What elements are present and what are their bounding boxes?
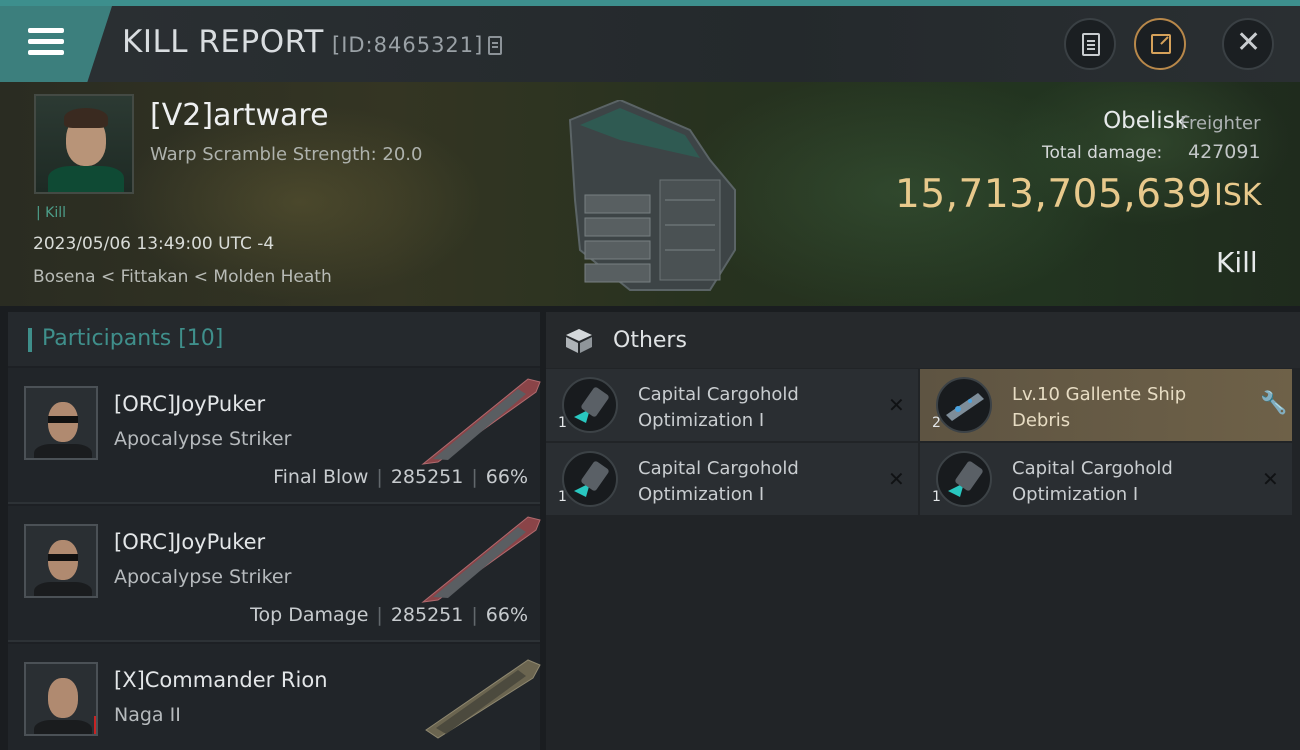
separator: | [471,604,478,626]
separator: | [471,466,478,488]
item-quantity: 1 [558,415,567,431]
participant-ship: Apocalypse Striker [114,428,292,450]
report-id: [ID:8465321] [332,33,484,57]
cargohold-module-icon [948,461,983,497]
others-header: Others [546,312,1300,368]
participant-name: [ORC]JoyPuker [114,530,266,554]
item-quantity: 1 [932,489,941,505]
item-thumbnail [936,451,992,507]
x-icon: ✕ [888,467,905,491]
item-slot[interactable]: 1 Capital Cargohold Optimization I ✕ [546,443,918,515]
isk-value: 15,713,705,639 [895,172,1213,217]
participant-role: Final Blow [273,466,369,488]
isk-unit: ISK [1214,178,1262,213]
participant-name: [X]Commander Rion [114,668,328,692]
victim-ship-class: Freighter [1180,113,1261,134]
item-thumbnail [562,377,618,433]
share-button[interactable] [1134,18,1186,70]
item-quantity: 1 [558,489,567,505]
participant-damage: 285251 [390,604,464,626]
participant-percent: 66% [485,604,528,626]
participant-ship: Naga II [114,704,181,726]
close-button[interactable]: ✕ [1222,18,1274,70]
wrench-icon: 🔧 [1260,391,1288,416]
total-damage-value: 427091 [1188,141,1261,163]
participant-row[interactable]: [ORC]JoyPuker Apocalypse Striker Top Dam… [8,506,541,642]
avatar [24,524,98,598]
menu-icon-bar [28,39,64,44]
close-icon: ✕ [1236,25,1262,60]
avatar-body [34,582,92,596]
participant-damage: 285251 [390,466,464,488]
others-panel: Others 1 Capital Cargohold Optimization … [546,312,1300,750]
header-accent [28,328,32,352]
kill-location: Bosena < Fittakan < Molden Heath [33,267,332,287]
avatar [24,662,98,736]
ship-debris-icon [946,393,984,421]
item-name: Capital Cargohold Optimization I [1012,458,1173,505]
cargohold-module-icon [574,387,609,423]
participant-ship-image [421,378,541,465]
victim-ship-image [568,100,736,291]
document-icon [1082,33,1100,56]
victim-name[interactable]: [V2]artware [150,98,329,133]
participant-ship: Apocalypse Striker [114,566,292,588]
cargohold-module-icon [574,461,609,497]
participant-row[interactable]: [X]Commander Rion Naga II [8,644,541,750]
participants-title: Participants [10] [42,326,224,351]
avatar-sunglasses [48,416,78,423]
copy-icon[interactable] [488,36,502,55]
menu-icon [28,28,64,33]
x-icon: ✕ [888,393,905,417]
item-quantity: 2 [932,415,941,431]
avatar-face [48,678,78,718]
participant-ship-image [425,659,541,739]
document-button[interactable] [1064,18,1116,70]
participant-role: Top Damage [250,604,369,626]
item-name: Lv.10 Gallente Ship Debris [1012,384,1187,431]
separator: | [376,466,383,488]
avatar-body [34,720,92,734]
avatar-sunglasses [48,554,78,561]
participants-header: Participants [10] [8,312,540,366]
share-icon [1151,34,1171,54]
item-name: Capital Cargohold Optimization I [638,384,799,431]
minus-badge-icon [94,716,96,734]
warp-scramble-strength: Warp Scramble Strength: 20.0 [150,144,423,165]
item-thumbnail [936,377,992,433]
participant-stats: Final Blow | 285251 | 66% [248,466,528,488]
menu-icon-bar [28,50,64,55]
victim-portrait[interactable] [34,94,134,194]
avatar-body [34,444,92,458]
page-title: KILL REPORT [122,24,324,60]
portrait-suit [48,166,124,192]
participant-ship-image [421,516,541,603]
item-thumbnail [562,451,618,507]
total-damage-label: Total damage: [1042,143,1163,163]
item-slot[interactable]: 1 Capital Cargohold Optimization I ✕ [546,369,918,441]
victim-ship-name[interactable]: Obelisk [1103,108,1188,134]
kill-tag: | Kill [36,205,67,221]
cube-icon [566,329,592,353]
participant-percent: 66% [485,466,528,488]
others-title: Others [613,328,687,353]
item-name: Capital Cargohold Optimization I [638,458,799,505]
separator: | [376,604,383,626]
participant-stats: Top Damage | 285251 | 66% [248,604,528,626]
x-icon: ✕ [1262,467,1279,491]
avatar [24,386,98,460]
participant-name: [ORC]JoyPuker [114,392,266,416]
participant-row[interactable]: [ORC]JoyPuker Apocalypse Striker Final B… [8,368,541,504]
item-slot[interactable]: 2 Lv.10 Gallente Ship Debris 🔧 [920,369,1292,441]
kill-datetime: 2023/05/06 13:49:00 UTC -4 [33,234,275,254]
portrait-hair [64,108,108,128]
item-slot[interactable]: 1 Capital Cargohold Optimization I ✕ [920,443,1292,515]
participants-panel: Participants [10] [ORC]JoyPuker Apocalyp… [8,312,541,750]
result-label: Kill [1216,246,1258,279]
